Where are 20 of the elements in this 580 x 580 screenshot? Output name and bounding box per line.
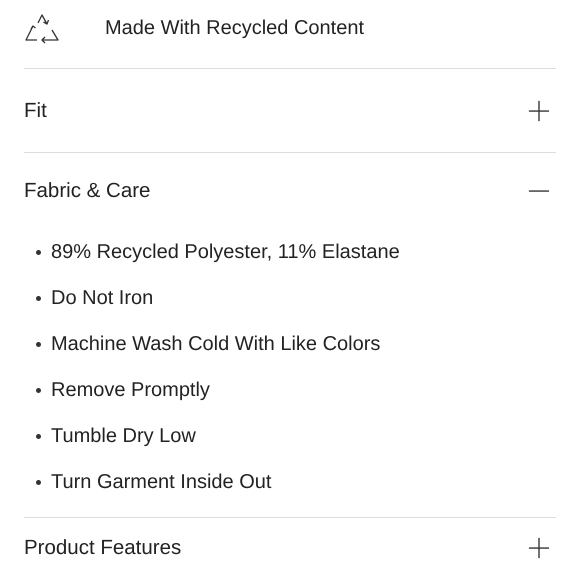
care-instruction: Do Not Iron xyxy=(51,286,154,310)
bullet-icon xyxy=(36,342,41,346)
bullet-icon xyxy=(36,296,41,300)
care-instruction: Machine Wash Cold With Like Colors xyxy=(51,332,380,356)
recycle-icon xyxy=(24,13,60,45)
care-instruction: Tumble Dry Low xyxy=(51,424,196,448)
care-instruction: Turn Garment Inside Out xyxy=(51,470,272,494)
care-instruction: 89% Recycled Polyester, 11% Elastane xyxy=(51,240,400,264)
bullet-icon xyxy=(36,434,41,438)
accordion-header[interactable]: Product Features xyxy=(24,518,556,578)
bullet-icon xyxy=(36,250,41,254)
badge-label: Made With Recycled Content xyxy=(105,16,364,40)
care-instruction: Remove Promptly xyxy=(51,378,210,402)
accordion-header[interactable]: Fabric & Care xyxy=(24,153,556,229)
minus-icon xyxy=(528,190,550,192)
bullet-icon xyxy=(36,480,41,484)
plus-icon xyxy=(528,537,550,559)
bullet-icon xyxy=(36,388,41,392)
plus-icon xyxy=(528,100,550,122)
accordion-header[interactable]: Fit xyxy=(24,69,556,152)
